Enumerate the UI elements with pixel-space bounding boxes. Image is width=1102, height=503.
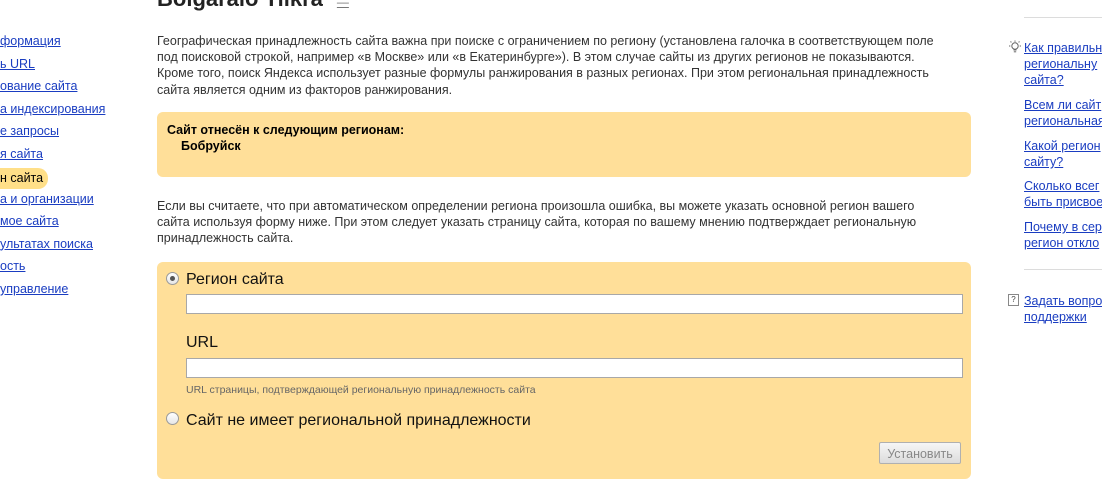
url-input[interactable] (186, 358, 963, 378)
sidebar-item-site-structure[interactable]: я сайта (0, 146, 150, 169)
notice-line: Если вы считаете, что при автоматическом… (157, 199, 915, 213)
question-icon: ? (1008, 294, 1019, 306)
sidebar-item-security[interactable]: ость (0, 258, 150, 281)
region-label: Регион сайта (186, 271, 284, 288)
region-radio[interactable] (166, 272, 179, 285)
sidebar-item-add-url[interactable]: ь URL (0, 56, 150, 79)
help-link-line: Всем ли сайт (1024, 98, 1102, 112)
url-label: URL (186, 334, 219, 351)
intro-paragraph: Географическая принадлежность сайта важн… (157, 33, 971, 98)
divider (1024, 17, 1102, 18)
help-link-line: сайта? (1024, 73, 1064, 87)
help-link-line: Как правильн (1024, 41, 1102, 55)
help-link-line: региональну (1024, 57, 1098, 71)
help-link-line: региональная (1024, 114, 1102, 128)
help-link-all-sites[interactable]: Всем ли сайт региональная (1024, 97, 1102, 129)
help-link-ask-support[interactable]: Задать вопрос поддержки (1024, 293, 1102, 325)
left-sidebar: формация ь URL ование сайта а индексиров… (0, 33, 150, 304)
notice-line: принадлежность сайта. (157, 231, 294, 246)
intro-line: Кроме того, поиск Яндекса использует раз… (157, 66, 929, 81)
page-title: Bolgaraio Tilkra — (157, 0, 349, 12)
help-link-line: поддержки (1024, 310, 1087, 324)
intro-line: под поисковой строкой, например «в Москв… (157, 50, 915, 65)
help-link-line: Сколько всег (1024, 179, 1100, 193)
region-form: Регион сайта URL URL страницы, подтвержд… (157, 262, 971, 479)
help-link-line: Какой регион (1024, 139, 1101, 153)
intro-line: сайта является одним из факторов ранжиро… (157, 82, 453, 97)
notice-paragraph: Если вы считаете, что при автоматическом… (157, 198, 971, 247)
sidebar-item-management[interactable]: управление (0, 281, 150, 304)
set-button[interactable]: Установить (879, 442, 961, 464)
notice-line: сайта используя форму ниже. При этом сле… (157, 215, 917, 230)
help-link-how-many-regions[interactable]: Сколько всег быть присвое (1024, 178, 1102, 210)
url-hint: URL страницы, подтверждающей региональну… (186, 384, 536, 396)
help-sidebar: Как правильн региональну сайта? Всем ли … (1008, 0, 1102, 503)
page-title-sub[interactable]: — (337, 0, 349, 9)
help-link-how-to-set-region[interactable]: Как правильн региональну сайта? (1024, 40, 1102, 88)
sidebar-item-indexing[interactable]: а индексирования (0, 101, 150, 124)
help-link-line: сайту? (1024, 155, 1064, 169)
sidebar-item-search-results[interactable]: ультатах поиска (0, 236, 150, 259)
help-link-line: быть присвое (1024, 195, 1102, 209)
page-title-text: Bolgaraio Tilkra (157, 0, 323, 11)
lightbulb-icon (1008, 40, 1022, 57)
sidebar-item-info[interactable]: формация (0, 33, 150, 56)
help-link-line: Почему в сер (1024, 220, 1102, 234)
divider (1024, 269, 1102, 270)
help-link-which-region[interactable]: Какой регион сайту? (1024, 138, 1101, 170)
sidebar-item-organizations[interactable]: а и организации (0, 191, 150, 214)
intro-line: Географическая принадлежность сайта важн… (157, 34, 934, 48)
region-input[interactable] (186, 294, 963, 314)
sidebar-item-region-active[interactable]: н сайта (0, 167, 48, 189)
assigned-regions-title: Сайт отнесён к следующим регионам: (167, 123, 405, 137)
sidebar-item-queries[interactable]: е запросы (0, 123, 150, 146)
help-link-why-rejected[interactable]: Почему в сер регион откло (1024, 219, 1102, 251)
no-region-radio[interactable] (166, 412, 179, 425)
sidebar-item-site-check[interactable]: ование сайта (0, 78, 150, 101)
help-link-line: Задать вопрос (1024, 294, 1102, 308)
assigned-regions-box: Сайт отнесён к следующим регионам: Бобру… (157, 112, 971, 177)
sidebar-item-content[interactable]: мое сайта (0, 213, 150, 236)
assigned-region-value: Бобруйск (181, 139, 241, 153)
help-link-line: регион откло (1024, 236, 1100, 250)
no-region-label: Сайт не имеет региональной принадлежност… (186, 412, 531, 429)
